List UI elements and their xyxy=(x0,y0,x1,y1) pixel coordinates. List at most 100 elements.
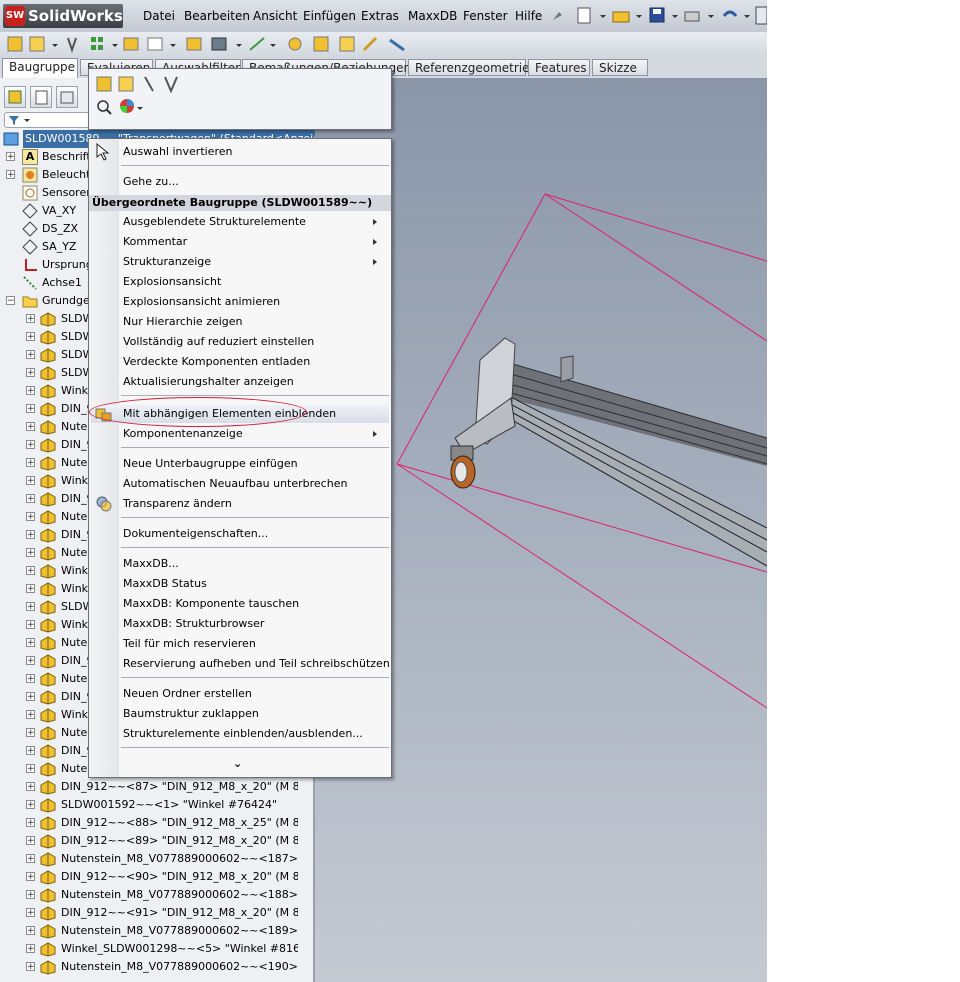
assembly-features-icon[interactable] xyxy=(211,37,227,51)
property-manager-tab[interactable] xyxy=(30,86,52,108)
menu-item-ausgeblendete-strukturelemente[interactable]: Ausgeblendete Strukturelemente xyxy=(123,213,385,231)
menu-item-verdeckte-komponenten[interactable]: Verdeckte Komponenten entladen xyxy=(123,353,310,371)
menu-item-teil-reservieren[interactable]: Teil für mich reservieren xyxy=(123,635,256,653)
bill-of-materials-icon[interactable] xyxy=(313,36,329,52)
attachment-icon[interactable] xyxy=(144,76,154,92)
expand-icon[interactable]: + xyxy=(26,710,35,720)
component-row[interactable]: + SLDW xyxy=(0,346,88,364)
component-row[interactable]: + DIN_9 xyxy=(0,490,88,508)
expand-icon[interactable]: + xyxy=(26,458,35,468)
component-row[interactable]: + DIN_9 xyxy=(0,436,88,454)
component-row[interactable]: + Nutenstein_M8_V077889000602~~<188> "Nut… xyxy=(0,886,298,904)
menu-item-maxxdb[interactable]: MaxxDB... xyxy=(123,555,179,573)
collapse-icon[interactable]: − xyxy=(6,296,15,306)
expand-icon[interactable]: + xyxy=(26,602,35,612)
open-folder-icon[interactable] xyxy=(612,11,630,23)
expand-icon[interactable]: + xyxy=(26,368,35,378)
expand-icon[interactable]: + xyxy=(26,548,35,558)
component-row[interactable]: + Winke xyxy=(0,382,88,400)
menu-maxxdb[interactable]: MaxxDB xyxy=(408,9,457,23)
expand-icon[interactable]: + xyxy=(26,800,35,810)
component-row[interactable]: + SLDW xyxy=(0,364,88,382)
component-row[interactable]: + DIN_9 xyxy=(0,400,88,418)
menu-extras[interactable]: Extras xyxy=(361,9,399,23)
expand-menu-icon[interactable]: ⌄ xyxy=(233,755,242,773)
chevron-down-icon[interactable] xyxy=(170,44,176,47)
hide-components-icon[interactable] xyxy=(118,76,134,92)
component-row[interactable]: + Nuter xyxy=(0,760,88,778)
move-component-icon[interactable] xyxy=(147,37,163,51)
expand-icon[interactable]: + xyxy=(26,854,35,864)
menu-datei[interactable]: Datei xyxy=(143,9,175,23)
interference-detection-icon[interactable] xyxy=(389,38,405,52)
tab-skizze[interactable]: Skizze xyxy=(592,59,648,76)
expand-icon[interactable]: + xyxy=(6,170,15,180)
menu-item-neuaufbau-unterbrechen[interactable]: Automatischen Neuaufbau unterbrechen xyxy=(123,475,347,493)
component-row[interactable]: + SLDW001592~~<1> "Winkel #76424" xyxy=(0,796,298,814)
expand-icon[interactable]: + xyxy=(26,818,35,828)
insert-component-icon[interactable] xyxy=(7,36,23,52)
menu-einfuegen[interactable]: Einfügen xyxy=(303,9,356,23)
new-part-icon[interactable] xyxy=(29,36,45,52)
component-row[interactable]: + Nutenstein_M8_V077889000602~~<190> "Nut… xyxy=(0,958,298,976)
menu-item-maxxdb-status[interactable]: MaxxDB Status xyxy=(123,575,207,593)
component-row[interactable]: + SLDW xyxy=(0,310,88,328)
chevron-down-icon[interactable] xyxy=(137,107,143,110)
expand-icon[interactable]: + xyxy=(26,836,35,846)
linear-pattern-icon[interactable] xyxy=(91,37,103,50)
smart-fasteners-icon[interactable] xyxy=(123,37,139,51)
expand-icon[interactable]: + xyxy=(26,494,35,504)
expand-icon[interactable]: + xyxy=(26,620,35,630)
component-row[interactable]: + DIN_912~~<88> "DIN_912_M8_x_25" (M 8 x … xyxy=(0,814,298,832)
show-hidden-components-icon[interactable] xyxy=(164,76,178,94)
chevron-down-icon[interactable] xyxy=(270,44,276,47)
expand-icon[interactable]: + xyxy=(26,476,35,486)
expand-icon[interactable]: + xyxy=(26,674,35,684)
explode-line-sketch-icon[interactable] xyxy=(362,36,378,52)
expand-icon[interactable]: + xyxy=(26,512,35,522)
menu-item-neue-unterbaugruppe[interactable]: Neue Unterbaugruppe einfügen xyxy=(123,455,298,473)
component-row[interactable]: + DIN_912~~<90> "DIN_912_M8_x_20" (M 8 x … xyxy=(0,868,298,886)
expand-icon[interactable]: + xyxy=(26,584,35,594)
expand-icon[interactable]: + xyxy=(26,728,35,738)
chevron-down-icon[interactable] xyxy=(236,44,242,47)
reference-geometry-icon[interactable] xyxy=(249,37,265,51)
menu-item-strukturelemente-einblenden[interactable]: Strukturelemente einblenden/ausblenden..… xyxy=(123,725,363,743)
new-document-icon[interactable] xyxy=(577,7,591,24)
expand-icon[interactable]: + xyxy=(26,566,35,576)
expand-icon[interactable]: + xyxy=(26,890,35,900)
menu-item-vollstaendig-reduziert[interactable]: Vollständig auf reduziert einstellen xyxy=(123,333,314,351)
expand-icon[interactable]: + xyxy=(26,404,35,414)
menu-item-neuen-ordner[interactable]: Neuen Ordner erstellen xyxy=(123,685,252,703)
chevron-down-icon[interactable] xyxy=(672,15,678,18)
show-hidden-icon[interactable] xyxy=(186,37,202,51)
chevron-down-icon[interactable] xyxy=(744,15,750,18)
save-icon[interactable] xyxy=(649,7,665,23)
menu-item-nur-hierarchie[interactable]: Nur Hierarchie zeigen xyxy=(123,313,243,331)
zoom-to-selection-icon[interactable] xyxy=(97,100,112,115)
expand-icon[interactable]: + xyxy=(26,926,35,936)
menu-item-gehe-zu[interactable]: Gehe zu... xyxy=(123,173,179,191)
menu-item-transparenz-aendern[interactable]: Transparenz ändern xyxy=(123,495,232,513)
expand-icon[interactable]: + xyxy=(26,782,35,792)
undo-icon[interactable] xyxy=(722,10,738,17)
menu-item-explosionsansicht-animieren[interactable]: Explosionsansicht animieren xyxy=(123,293,280,311)
print-icon[interactable] xyxy=(684,11,700,22)
component-row[interactable]: + DIN_912~~<87> "DIN_912_M8_x_20" (M 8 x … xyxy=(0,778,298,796)
expand-icon[interactable]: + xyxy=(26,422,35,432)
expand-icon[interactable]: + xyxy=(26,638,35,648)
component-row[interactable]: + DIN_9 xyxy=(0,526,88,544)
menu-item-kommentar[interactable]: Kommentar xyxy=(123,233,385,251)
menu-hilfe[interactable]: Hilfe xyxy=(515,9,542,23)
component-row[interactable]: + Nuter xyxy=(0,418,88,436)
appearance-icon[interactable] xyxy=(120,99,134,113)
expand-icon[interactable]: + xyxy=(26,746,35,756)
menu-fenster[interactable]: Fenster xyxy=(463,9,508,23)
component-row[interactable]: + Nuter xyxy=(0,634,88,652)
menu-item-baumstruktur-zuklappen[interactable]: Baumstruktur zuklappen xyxy=(123,705,259,723)
tab-referenzgeometrie[interactable]: Referenzgeometrie xyxy=(408,59,530,76)
tab-baugruppe[interactable]: Baugruppe xyxy=(2,58,78,78)
component-row[interactable]: + SLDW xyxy=(0,598,88,616)
expand-icon[interactable]: + xyxy=(26,872,35,882)
component-row[interactable]: + Nutenstein_M8_V077889000602~~<187> "Nut… xyxy=(0,850,298,868)
